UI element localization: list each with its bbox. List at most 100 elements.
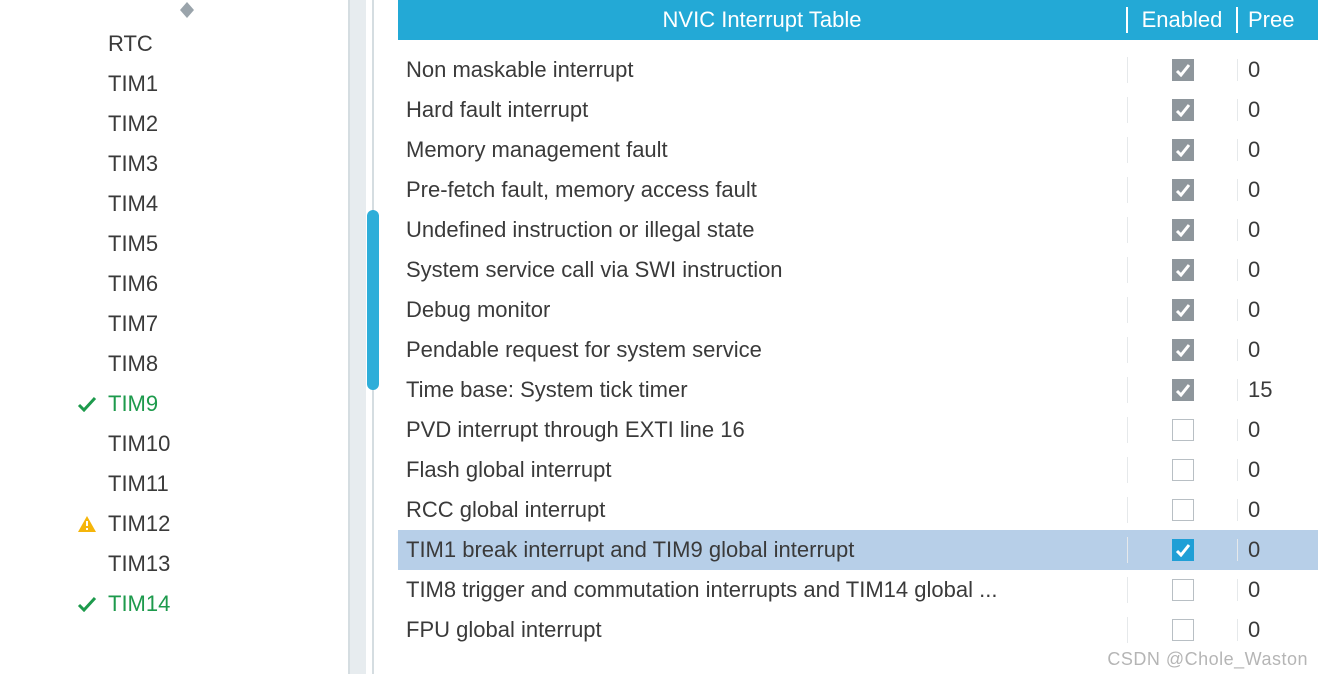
enabled-cell [1128, 339, 1238, 361]
table-row[interactable]: Time base: System tick timer15 [398, 370, 1318, 410]
priority-cell[interactable]: 0 [1238, 137, 1318, 163]
table-row[interactable]: FPU global interrupt 0 [398, 610, 1318, 650]
sidebar-item-tim14[interactable]: TIM14 [0, 584, 348, 624]
sidebar-item-tim8[interactable]: TIM8 [0, 344, 348, 384]
interrupt-name: Pre-fetch fault, memory access fault [398, 177, 1128, 203]
enabled-checkbox [1172, 299, 1194, 321]
priority-cell[interactable]: 0 [1238, 457, 1318, 483]
sidebar-item-label: TIM8 [70, 351, 158, 377]
priority-cell[interactable]: 0 [1238, 217, 1318, 243]
sidebar-item-tim11[interactable]: TIM11 [0, 464, 348, 504]
priority-cell[interactable]: 0 [1238, 297, 1318, 323]
sidebar-item-tim1[interactable]: TIM1 [0, 64, 348, 104]
priority-cell[interactable]: 0 [1238, 497, 1318, 523]
sidebar-item-tim2[interactable]: TIM2 [0, 104, 348, 144]
table-row[interactable]: Debug monitor 0 [398, 290, 1318, 330]
sidebar-item-tim12[interactable]: TIM12 [0, 504, 348, 544]
interrupt-name: Debug monitor [398, 297, 1128, 323]
sidebar-item-tim9[interactable]: TIM9 [0, 384, 348, 424]
enabled-checkbox[interactable] [1172, 419, 1194, 441]
column-header-enabled[interactable]: Enabled [1128, 7, 1238, 33]
interrupt-name: Flash global interrupt [398, 457, 1128, 483]
table-row[interactable]: Pendable request for system service 0 [398, 330, 1318, 370]
enabled-checkbox[interactable] [1172, 619, 1194, 641]
enabled-checkbox [1172, 259, 1194, 281]
interrupt-name: TIM1 break interrupt and TIM9 global int… [398, 537, 1128, 563]
warning-icon [70, 515, 104, 533]
sidebar-item-label: TIM11 [70, 471, 169, 497]
sidebar-item-rtc[interactable]: RTC [0, 24, 348, 64]
priority-cell[interactable]: 0 [1238, 577, 1318, 603]
column-header-priority[interactable]: Pree [1238, 7, 1318, 33]
enabled-cell [1128, 579, 1238, 601]
sidebar-item-label: TIM3 [70, 151, 158, 177]
panel-splitter[interactable] [350, 0, 398, 674]
enabled-checkbox [1172, 139, 1194, 161]
table-row[interactable]: TIM1 break interrupt and TIM9 global int… [398, 530, 1318, 570]
enabled-checkbox[interactable] [1172, 499, 1194, 521]
sidebar-item-tim13[interactable]: TIM13 [0, 544, 348, 584]
table-row[interactable]: System service call via SWI instruction 0 [398, 250, 1318, 290]
table-row[interactable]: Non maskable interrupt 0 [398, 50, 1318, 90]
enabled-cell [1128, 539, 1238, 561]
priority-cell[interactable]: 15 [1238, 377, 1318, 403]
interrupt-name: Undefined instruction or illegal state [398, 217, 1128, 243]
priority-cell[interactable]: 0 [1238, 617, 1318, 643]
enabled-cell [1128, 459, 1238, 481]
table-row[interactable]: TIM8 trigger and commutation interrupts … [398, 570, 1318, 610]
interrupt-name: Hard fault interrupt [398, 97, 1128, 123]
enabled-checkbox[interactable] [1172, 459, 1194, 481]
interrupt-name: RCC global interrupt [398, 497, 1128, 523]
sidebar-item-tim10[interactable]: TIM10 [0, 424, 348, 464]
priority-cell[interactable]: 0 [1238, 417, 1318, 443]
scrollbar-thumb[interactable] [367, 210, 379, 390]
sidebar-item-tim4[interactable]: TIM4 [0, 184, 348, 224]
priority-cell[interactable]: 0 [1238, 257, 1318, 283]
interrupt-name: PVD interrupt through EXTI line 16 [398, 417, 1128, 443]
interrupt-name: Pendable request for system service [398, 337, 1128, 363]
enabled-cell [1128, 59, 1238, 81]
enabled-checkbox [1172, 339, 1194, 361]
sidebar-item-label: TIM13 [70, 551, 170, 577]
table-row[interactable]: Hard fault interrupt 0 [398, 90, 1318, 130]
enabled-checkbox [1172, 59, 1194, 81]
table-row[interactable]: PVD interrupt through EXTI line 16 0 [398, 410, 1318, 450]
enabled-cell [1128, 99, 1238, 121]
table-row[interactable]: Flash global interrupt 0 [398, 450, 1318, 490]
priority-cell[interactable]: 0 [1238, 97, 1318, 123]
enabled-cell [1128, 299, 1238, 321]
enabled-checkbox[interactable] [1172, 579, 1194, 601]
table-row[interactable]: Memory management fault0 [398, 130, 1318, 170]
enabled-cell [1128, 259, 1238, 281]
enabled-checkbox[interactable] [1172, 539, 1194, 561]
check-icon [70, 596, 104, 612]
priority-cell[interactable]: 0 [1238, 57, 1318, 83]
priority-cell[interactable]: 0 [1238, 337, 1318, 363]
sidebar-item-label: TIM7 [70, 311, 158, 337]
priority-cell[interactable]: 0 [1238, 537, 1318, 563]
interrupt-name: FPU global interrupt [398, 617, 1128, 643]
sidebar-item-label: TIM10 [70, 431, 170, 457]
enabled-cell [1128, 619, 1238, 641]
enabled-cell [1128, 179, 1238, 201]
interrupt-name: System service call via SWI instruction [398, 257, 1128, 283]
priority-cell[interactable]: 0 [1238, 177, 1318, 203]
column-header-name[interactable]: NVIC Interrupt Table [398, 7, 1128, 33]
enabled-cell [1128, 419, 1238, 441]
sidebar-item-tim6[interactable]: TIM6 [0, 264, 348, 304]
interrupt-name: Non maskable interrupt [398, 57, 1128, 83]
sidebar-item-tim7[interactable]: TIM7 [0, 304, 348, 344]
check-icon [70, 396, 104, 412]
table-row[interactable]: Undefined instruction or illegal state 0 [398, 210, 1318, 250]
sidebar-item-tim5[interactable]: TIM5 [0, 224, 348, 264]
sidebar-item-label: TIM4 [70, 191, 158, 217]
table-header-row: NVIC Interrupt Table Enabled Pree [398, 0, 1318, 40]
table-row[interactable]: Pre-fetch fault, memory access fault 0 [398, 170, 1318, 210]
sidebar-item-label: TIM2 [70, 111, 158, 137]
table-row[interactable]: RCC global interrupt 0 [398, 490, 1318, 530]
sort-toggle-icon[interactable] [180, 2, 194, 18]
sidebar-item-tim3[interactable]: TIM3 [0, 144, 348, 184]
sidebar-item-label: TIM6 [70, 271, 158, 297]
sidebar-item-label: TIM5 [70, 231, 158, 257]
enabled-cell [1128, 139, 1238, 161]
